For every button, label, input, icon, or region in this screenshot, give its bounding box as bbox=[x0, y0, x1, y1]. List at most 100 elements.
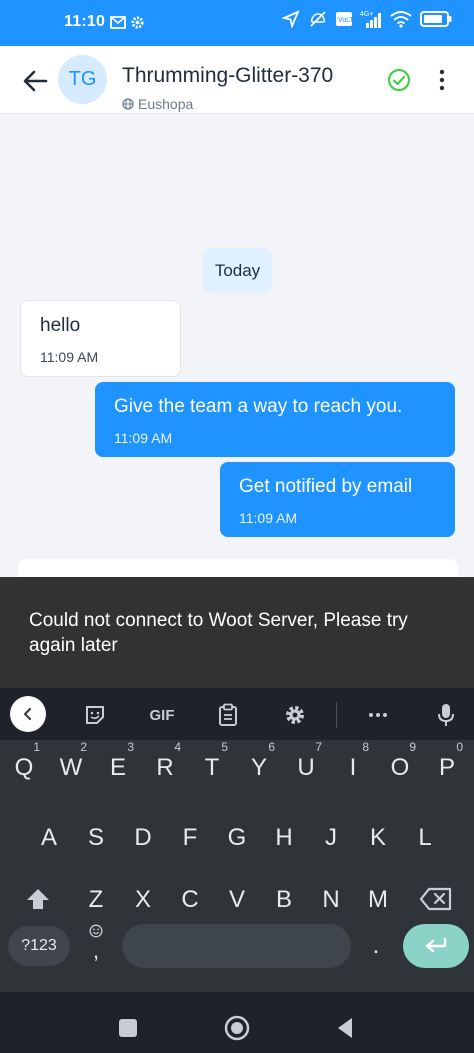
message-bubble-outgoing[interactable]: Give the team a way to reach you. 11:09 … bbox=[95, 382, 455, 457]
key-c[interactable]: C bbox=[170, 878, 210, 922]
key-label: Y bbox=[250, 754, 267, 781]
key-m[interactable]: M bbox=[358, 878, 398, 922]
key-h[interactable]: H bbox=[264, 816, 304, 860]
key-t[interactable]: T5 bbox=[192, 740, 232, 790]
key-l[interactable]: L bbox=[405, 816, 445, 860]
enter-key[interactable] bbox=[403, 924, 469, 968]
key-g[interactable]: G bbox=[217, 816, 257, 860]
key-hint: 2 bbox=[80, 740, 87, 754]
key-k[interactable]: K bbox=[358, 816, 398, 860]
key-y[interactable]: Y6 bbox=[239, 740, 279, 790]
mic-icon[interactable] bbox=[431, 700, 461, 730]
key-j[interactable]: J bbox=[311, 816, 351, 860]
more-horizontal-icon[interactable] bbox=[363, 700, 393, 730]
key-f[interactable]: F bbox=[170, 816, 210, 860]
message-text: Give the team a way to reach you. bbox=[114, 396, 403, 417]
collapse-icon[interactable] bbox=[10, 696, 46, 732]
key-q[interactable]: Q1 bbox=[4, 740, 44, 790]
clipboard-icon[interactable] bbox=[213, 700, 243, 730]
svg-text:VoLTE: VoLTE bbox=[338, 17, 352, 24]
status-icons: VoLTE 4G+ bbox=[282, 10, 452, 28]
toolbar-divider bbox=[336, 702, 337, 728]
emoji-comma-key[interactable]: , bbox=[82, 920, 110, 970]
conversation-header: TG Thrumming-Glitter-370 Eushopa bbox=[0, 46, 474, 114]
volte-icon: VoLTE bbox=[336, 12, 352, 26]
gear-status-icon bbox=[131, 16, 144, 29]
key-label: P bbox=[438, 754, 455, 781]
contact-name[interactable]: Thrumming-Glitter-370 bbox=[122, 64, 333, 88]
key-i[interactable]: I8 bbox=[333, 740, 373, 790]
emoji-icon bbox=[89, 924, 103, 938]
key-label: T bbox=[204, 754, 220, 781]
date-separator: Today bbox=[203, 248, 272, 293]
key-hint: 0 bbox=[456, 740, 463, 754]
key-a[interactable]: A bbox=[29, 816, 69, 860]
key-label: W bbox=[59, 754, 83, 781]
location-icon bbox=[282, 10, 300, 28]
key-b[interactable]: B bbox=[264, 878, 304, 922]
key-hint: 3 bbox=[127, 740, 134, 754]
key-x[interactable]: X bbox=[123, 878, 163, 922]
back-arrow-icon[interactable] bbox=[20, 66, 50, 96]
message-time: 11:09 AM bbox=[40, 349, 99, 365]
key-label: Q bbox=[14, 754, 34, 781]
battery-icon bbox=[420, 11, 452, 27]
key-z[interactable]: Z bbox=[76, 878, 116, 922]
key-label: E bbox=[109, 754, 126, 781]
key-w[interactable]: W2 bbox=[51, 740, 91, 790]
message-time: 11:09 AM bbox=[114, 430, 173, 446]
key-r[interactable]: R4 bbox=[145, 740, 185, 790]
key-hint: 6 bbox=[268, 740, 275, 754]
key-hint: 5 bbox=[221, 740, 228, 754]
key-hint: 8 bbox=[362, 740, 369, 754]
avatar[interactable]: TG bbox=[58, 55, 107, 104]
signal-icon: 4G+ bbox=[360, 11, 381, 28]
key-p[interactable]: P0 bbox=[427, 740, 467, 790]
keys-area: Q1W2E3R4T5Y6U7I8O9P0 ASDFGHJKL ZXCVBNM ?… bbox=[0, 740, 474, 992]
key-u[interactable]: U7 bbox=[286, 740, 326, 790]
sticker-icon[interactable] bbox=[80, 700, 110, 730]
inbox-label: Eushopa bbox=[122, 96, 193, 112]
shift-key[interactable] bbox=[18, 879, 58, 919]
key-hint: 7 bbox=[315, 740, 322, 754]
key-label: O bbox=[390, 754, 410, 781]
message-text: Get notified by email bbox=[239, 476, 413, 497]
backspace-key[interactable] bbox=[414, 879, 458, 919]
status-bar: 11:10 VoLTE 4G+ bbox=[0, 0, 474, 46]
key-s[interactable]: S bbox=[76, 816, 116, 860]
mute-icon bbox=[310, 11, 326, 27]
key-e[interactable]: E3 bbox=[98, 740, 138, 790]
recents-square-icon[interactable] bbox=[119, 1019, 137, 1037]
home-circle-icon[interactable] bbox=[224, 1015, 250, 1041]
key-v[interactable]: V bbox=[217, 878, 257, 922]
inbox-name: Eushopa bbox=[138, 96, 194, 112]
svg-text:4G+: 4G+ bbox=[360, 11, 373, 18]
key-d[interactable]: D bbox=[123, 816, 163, 860]
settings-icon[interactable] bbox=[280, 700, 310, 730]
key-o[interactable]: O9 bbox=[380, 740, 420, 790]
comma-label: , bbox=[92, 938, 100, 963]
message-list[interactable]: Today hello 11:09 AM Give the team a way… bbox=[0, 114, 474, 551]
space-key[interactable] bbox=[122, 924, 351, 968]
globe-icon bbox=[122, 98, 134, 110]
key-label: U bbox=[297, 754, 315, 781]
back-triangle-icon[interactable] bbox=[336, 1017, 354, 1039]
key-hint: 1 bbox=[33, 740, 40, 754]
error-snackbar: Could not connect to Woot Server, Please… bbox=[0, 577, 474, 688]
snackbar-message: Could not connect to Woot Server, Please… bbox=[29, 610, 408, 656]
system-nav-bar bbox=[0, 992, 474, 1053]
resolve-check-icon[interactable] bbox=[387, 68, 411, 92]
soft-keyboard: GIF Q1W2E3R4T5Y6U7I8O9P0 ASDFGHJKL ZXCVB… bbox=[0, 688, 474, 1053]
period-key[interactable]: . bbox=[364, 926, 388, 966]
key-n[interactable]: N bbox=[311, 878, 351, 922]
message-time: 11:09 AM bbox=[239, 510, 298, 526]
message-bubble-outgoing[interactable]: Get notified by email 11:09 AM bbox=[220, 462, 455, 537]
key-hint: 9 bbox=[409, 740, 416, 754]
more-vertical-icon[interactable] bbox=[434, 69, 450, 91]
enter-icon bbox=[425, 938, 447, 953]
symbols-key[interactable]: ?123 bbox=[8, 926, 70, 966]
wifi-icon bbox=[390, 11, 412, 28]
message-text: hello bbox=[40, 315, 81, 336]
gif-icon[interactable]: GIF bbox=[146, 700, 178, 730]
message-bubble-incoming[interactable]: hello 11:09 AM bbox=[20, 300, 181, 377]
